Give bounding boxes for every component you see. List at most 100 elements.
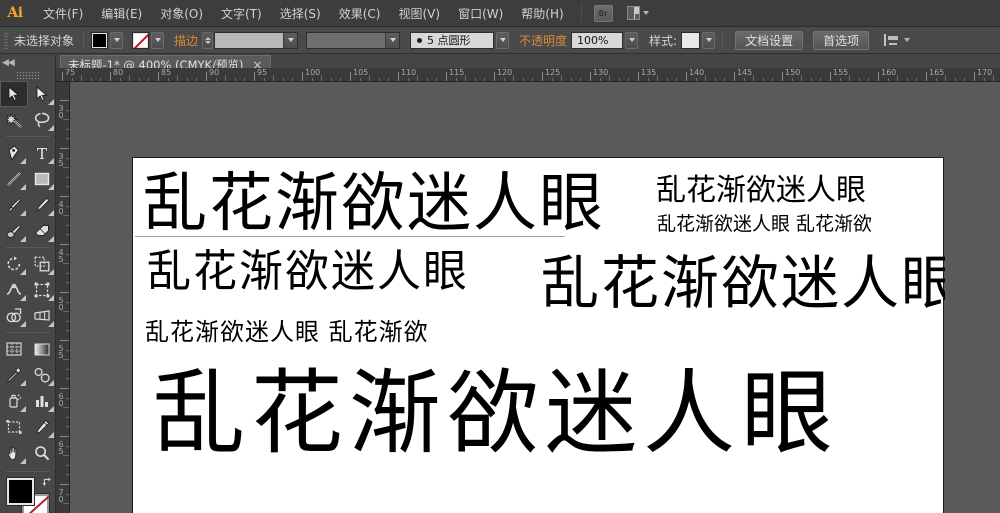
column-graph-tool[interactable] (28, 388, 56, 414)
blend-tool[interactable] (28, 362, 56, 388)
perspective-grid-tool[interactable] (28, 303, 56, 329)
shape-builder-tool[interactable] (0, 303, 28, 329)
stroke-dropdown-button[interactable] (151, 31, 164, 49)
menu-select[interactable]: 选择(S) (271, 1, 330, 26)
style-swatch[interactable] (681, 31, 701, 49)
ruler-tick-major (590, 72, 591, 81)
control-bar-grip[interactable] (4, 31, 8, 49)
tool-group-indicator-icon (48, 295, 54, 301)
lasso-tool[interactable] (28, 107, 56, 133)
menu-object[interactable]: 对象(O) (151, 1, 212, 26)
ruler-tick-minor (167, 78, 169, 81)
swap-fill-stroke-icon[interactable] (42, 476, 53, 487)
stroke-weight-stepper[interactable] (202, 31, 214, 49)
canvas-area[interactable]: 乱花渐欲迷人眼 乱花渐欲迷人眼 乱花渐欲迷人眼 乱花渐欲 乱花渐欲迷人眼 乱花渐欲迷人眼… (70, 82, 1000, 513)
artwork-text-line-1-large-left[interactable]: 乱花渐欲迷人眼 (143, 172, 605, 236)
opacity-value[interactable]: 100% (571, 31, 624, 49)
vertical-ruler[interactable]: 30 35 40 45 50 55 60 65 70 (56, 82, 70, 513)
stroke-weight-combo-arrow[interactable] (283, 32, 298, 48)
zoom-tool[interactable] (28, 440, 56, 466)
direct-selection-tool[interactable] (28, 81, 56, 107)
menu-edit[interactable]: 编辑(E) (92, 1, 151, 26)
eyedropper-tool[interactable] (0, 362, 28, 388)
fill-color-box[interactable] (6, 477, 35, 506)
menu-effect[interactable]: 效果(C) (330, 1, 390, 26)
rectangle-tool[interactable] (28, 166, 56, 192)
stroke-weight-combo[interactable] (214, 31, 299, 49)
ruler-tick-minor (66, 186, 69, 188)
artboard[interactable]: 乱花渐欲迷人眼 乱花渐欲迷人眼 乱花渐欲迷人眼 乱花渐欲 乱花渐欲迷人眼 乱花渐欲迷人眼… (132, 157, 945, 513)
artwork-text-line-3-mid-left[interactable]: 乱花渐欲迷人眼 (147, 250, 469, 294)
paintbrush-tool[interactable] (0, 192, 28, 218)
menu-window[interactable]: 窗口(W) (449, 1, 512, 26)
artwork-text-line-4-small-left[interactable]: 乱花渐欲迷人眼 乱花渐欲 (145, 320, 429, 344)
tools-panel-header[interactable]: ◀◀ (0, 55, 55, 71)
ruler-tick-minor (455, 78, 457, 81)
line-segment-tool[interactable] (0, 166, 28, 192)
stroke-profile-field[interactable]: 5 点圆形 (410, 31, 495, 49)
ruler-tick-minor (993, 75, 995, 81)
free-transform-tool[interactable] (28, 277, 56, 303)
slice-tool[interactable] (28, 414, 56, 440)
preferences-button[interactable]: 首选项 (813, 30, 870, 50)
selection-tool[interactable] (0, 81, 28, 107)
horizontal-ruler[interactable]: 75 80 85 90 95 100 105 110 115 120 125 130 135 140 145… (56, 68, 1000, 82)
collapse-panel-icon[interactable]: ◀◀ (2, 58, 15, 68)
arrange-documents-button[interactable] (626, 5, 649, 22)
fill-color-control[interactable] (91, 31, 123, 49)
fill-swatch[interactable] (91, 31, 108, 49)
pencil-tool[interactable] (28, 192, 56, 218)
chevron-down-icon[interactable] (904, 38, 911, 42)
ruler-tick-minor (935, 78, 937, 81)
artwork-text-line-2-right-small[interactable]: 乱花渐欲迷人眼 乱花渐欲 (657, 215, 872, 234)
artwork-text-line-1-right-medium[interactable]: 乱花渐欲迷人眼 (656, 176, 866, 206)
ruler-tick-minor (417, 75, 419, 81)
ruler-tick-major (830, 72, 831, 81)
stroke-color-control[interactable] (132, 31, 164, 49)
stroke-style-combo-arrow[interactable] (385, 32, 400, 48)
ruler-tick-minor (177, 75, 179, 81)
opacity-label[interactable]: 不透明度 (519, 32, 567, 49)
rotate-tool[interactable] (0, 251, 28, 277)
artwork-text-line-3-mid-right[interactable]: 乱花渐欲迷人眼 (541, 254, 945, 312)
opacity-dropdown[interactable] (625, 31, 639, 49)
style-dropdown[interactable] (702, 31, 716, 49)
menu-type[interactable]: 文字(T) (212, 1, 271, 26)
ruler-tick-minor (484, 78, 486, 81)
hand-tool[interactable] (0, 440, 28, 466)
ruler-tick-minor (388, 78, 390, 81)
artwork-text-line-5-bottom-large[interactable]: 乱花渐欲迷人眼 (153, 368, 839, 460)
eraser-tool[interactable] (28, 218, 56, 244)
ruler-tick-major (60, 388, 69, 389)
magic-wand-tool[interactable] (0, 107, 28, 133)
ruler-tick-minor (609, 75, 611, 81)
menu-help[interactable]: 帮助(H) (512, 1, 572, 26)
pen-tool[interactable] (0, 140, 28, 166)
width-tool[interactable] (0, 277, 28, 303)
menu-file[interactable]: 文件(F) (34, 1, 92, 26)
stroke-weight-label[interactable]: 描边 (174, 32, 198, 49)
tools-panel-grip[interactable] (16, 71, 39, 79)
gradient-tool[interactable] (28, 336, 56, 362)
bridge-icon[interactable]: Br (593, 4, 613, 22)
ruler-tick-minor (66, 234, 69, 236)
selection-status-label: 未选择对象 (14, 33, 75, 48)
mesh-tool[interactable] (0, 336, 28, 362)
scale-tool[interactable] (28, 251, 56, 277)
stroke-swatch-none[interactable] (132, 31, 149, 49)
menu-view[interactable]: 视图(V) (389, 1, 449, 26)
stroke-profile-dropdown[interactable] (496, 31, 510, 49)
align-icon[interactable] (884, 33, 899, 47)
blob-brush-tool[interactable] (0, 218, 28, 244)
ruler-tick-minor (66, 474, 69, 476)
chevron-down-icon (389, 38, 396, 42)
ruler-tick-major (494, 72, 495, 81)
fill-dropdown-button[interactable] (110, 31, 123, 49)
type-tool[interactable]: T (28, 140, 56, 166)
stroke-style-combo[interactable] (306, 31, 401, 49)
artboard-tool[interactable] (0, 414, 28, 440)
artwork-layer[interactable]: 乱花渐欲迷人眼 乱花渐欲迷人眼 乱花渐欲迷人眼 乱花渐欲 乱花渐欲迷人眼 乱花渐欲迷人眼… (133, 158, 945, 513)
ruler-tick-minor (63, 311, 69, 313)
document-setup-button[interactable]: 文档设置 (735, 30, 804, 50)
symbol-sprayer-tool[interactable] (0, 388, 28, 414)
